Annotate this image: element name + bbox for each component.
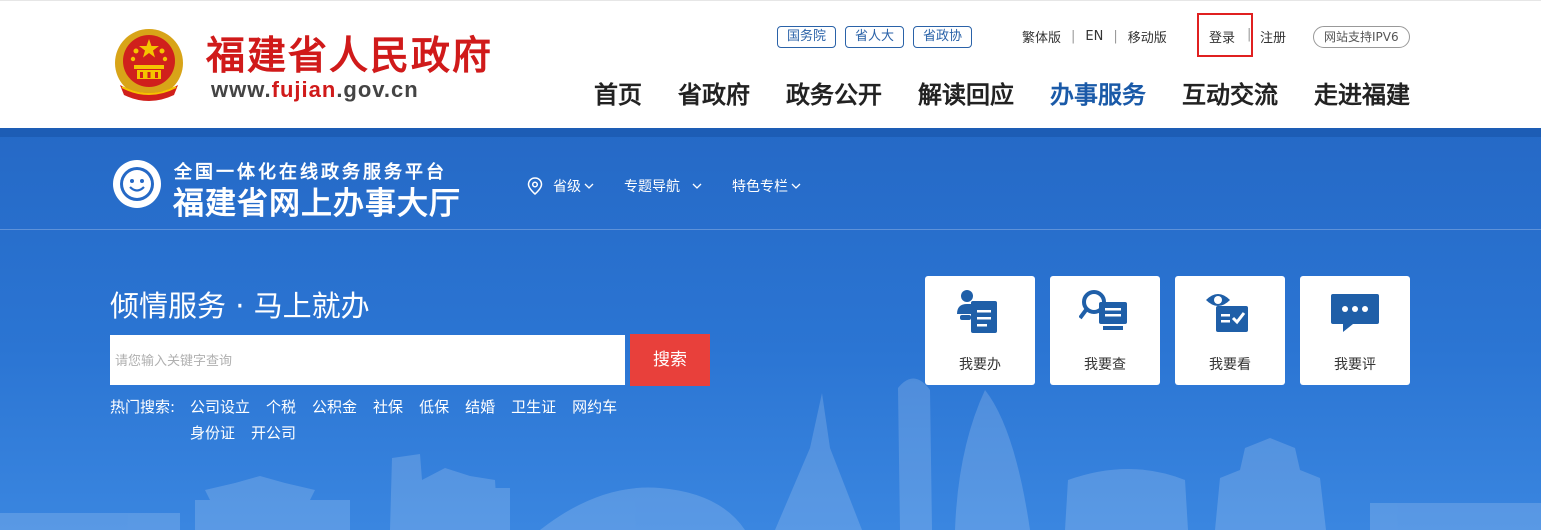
quick-card-handle[interactable]: 我要办 (925, 276, 1035, 385)
separator: | (1247, 27, 1252, 42)
hot-search-item[interactable]: 公司设立 (190, 396, 250, 417)
quick-card-view[interactable]: 我要看 (1175, 276, 1285, 385)
ipv6-badge: 网站支持IPV6 (1313, 26, 1410, 48)
link-provincial-cppcc[interactable]: 省政协 (913, 26, 973, 48)
quick-card-label: 我要办 (959, 357, 1001, 373)
subnav-special-label: 特色专栏 (732, 179, 788, 195)
site-url-suffix: .gov.cn (336, 77, 419, 102)
banner-divider (0, 229, 1541, 230)
service-hall-banner: 全国一体化在线政务服务平台 福建省网上办事大厅 省级 专题导航 特色专栏 倾情服… (0, 128, 1541, 530)
link-traditional-chinese[interactable]: 繁体版 (1022, 27, 1061, 46)
quick-card-label: 我要评 (1334, 357, 1376, 373)
nav-provincial-government[interactable]: 省政府 (678, 75, 750, 110)
location-pin-icon (527, 177, 543, 195)
top-links: 国务院 省人大 省政协 (777, 26, 973, 48)
quick-card-label: 我要查 (1084, 357, 1126, 373)
nav-home[interactable]: 首页 (594, 75, 642, 110)
site-header: 福建省人民政府 www.fujian.gov.cn 国务院 省人大 省政协 繁体… (0, 0, 1541, 128)
chevron-down-icon (791, 183, 801, 189)
banner-top-bar (0, 128, 1541, 137)
quick-card-label: 我要看 (1209, 357, 1251, 373)
site-url[interactable]: www.fujian.gov.cn (211, 77, 419, 103)
nav-government-affairs[interactable]: 政务公开 (786, 75, 882, 110)
site-title[interactable]: 福建省人民政府 (206, 25, 493, 81)
subnav-topic-label: 专题导航 (624, 179, 680, 195)
subnav-topic-navigation[interactable]: 专题导航 (624, 176, 702, 196)
subnav-special-column[interactable]: 特色专栏 (732, 176, 801, 196)
site-url-prefix: www. (211, 77, 272, 102)
hall-title[interactable]: 福建省网上办事大厅 (173, 178, 461, 223)
hot-search-item[interactable]: 开公司 (251, 422, 296, 443)
nav-interaction[interactable]: 互动交流 (1182, 75, 1278, 110)
person-clipboard-icon (957, 290, 997, 333)
link-provincial-congress[interactable]: 省人大 (845, 26, 905, 48)
register-link[interactable]: 注册 (1260, 27, 1286, 46)
hot-search-item[interactable]: 个税 (266, 396, 296, 417)
chat-bubble-icon (1331, 294, 1379, 332)
national-emblem-icon[interactable] (112, 25, 186, 105)
service-slogan: 倾情服务 · 马上就办 (110, 289, 370, 323)
hot-search-item[interactable]: 结婚 (465, 396, 495, 417)
link-english[interactable]: EN (1085, 29, 1103, 44)
separator: | (1113, 29, 1118, 44)
nav-services[interactable]: 办事服务 (1050, 75, 1146, 110)
search-button[interactable]: 搜索 (630, 334, 710, 386)
hot-search-item[interactable]: 社保 (373, 396, 403, 417)
login-link[interactable]: 登录 (1209, 27, 1235, 46)
eye-checklist-icon (1206, 294, 1248, 332)
hot-search-item[interactable]: 公积金 (312, 396, 357, 417)
hot-search-item[interactable]: 网约车 (572, 396, 617, 417)
search-input[interactable] (110, 335, 625, 385)
util-links: 繁体版 | EN | 移动版 (1022, 27, 1167, 46)
smiley-service-logo-icon[interactable] (111, 158, 163, 210)
search-document-icon (1079, 290, 1127, 330)
site-url-highlight: fujian (271, 77, 337, 102)
hot-search-item[interactable]: 卫生证 (511, 396, 556, 417)
link-state-council[interactable]: 国务院 (777, 26, 837, 48)
nav-interpretation[interactable]: 解读回应 (918, 75, 1014, 110)
hot-search-item[interactable]: 低保 (419, 396, 449, 417)
hall-sub-nav: 省级 专题导航 特色专栏 (527, 176, 831, 196)
link-mobile-version[interactable]: 移动版 (1128, 27, 1167, 46)
quick-action-cards: 我要办 我要查 我要看 我要评 (925, 276, 1410, 385)
chevron-down-icon (692, 183, 702, 189)
quick-card-evaluate[interactable]: 我要评 (1300, 276, 1410, 385)
main-nav: 首页 省政府 政务公开 解读回应 办事服务 互动交流 走进福建 (594, 75, 1410, 110)
chevron-down-icon (584, 183, 594, 189)
hot-search-row: 公司设立 个税 公积金 社保 低保 结婚 卫生证 网约车 (190, 396, 617, 417)
nav-about-fujian[interactable]: 走进福建 (1314, 75, 1410, 110)
hot-search-label: 热门搜索: (110, 398, 176, 416)
subnav-province-level[interactable]: 省级 (527, 176, 594, 196)
separator: | (1071, 29, 1076, 44)
quick-card-query[interactable]: 我要查 (1050, 276, 1160, 385)
hot-search-item[interactable]: 身份证 (190, 422, 235, 443)
hot-search-row: 身份证 开公司 (190, 422, 296, 443)
subnav-province-label: 省级 (553, 179, 581, 195)
